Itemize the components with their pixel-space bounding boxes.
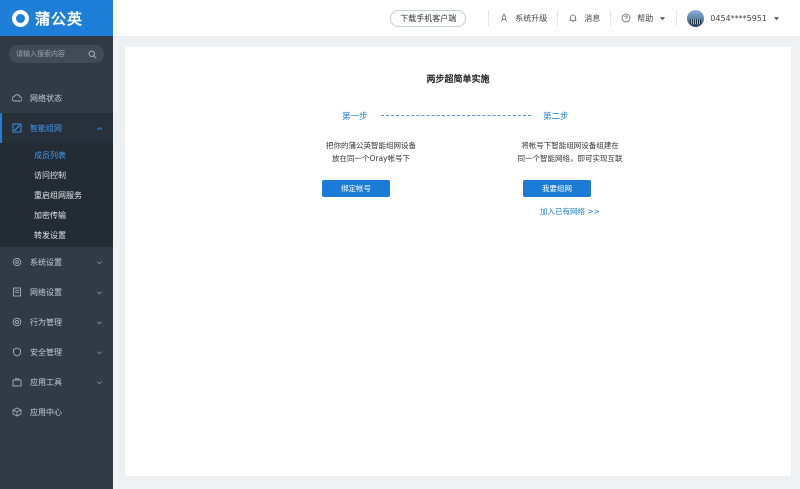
submenu-smart-networking: 成员列表 访问控制 重启组网服务 加密传输 转发设置: [0, 143, 113, 247]
search-icon[interactable]: [88, 50, 97, 59]
submenu-item-access-control[interactable]: 访问控制: [0, 165, 113, 185]
sidebar-item-behavior-management[interactable]: 行为管理: [0, 307, 113, 337]
step-one-label: 第一步: [342, 112, 368, 122]
step-one-desc-line2: 放在同一个Oray帐号下: [331, 153, 411, 163]
sidebar-nav: 网络状态 智能组网 成员列表 访问控制 重启组网服务 加密传输 转发设置 系统设…: [0, 83, 113, 427]
step-two-desc-line1: 将帐号下智能组网设备组建在: [521, 141, 619, 150]
system-upgrade-button[interactable]: 系统升级: [499, 13, 547, 24]
topbar-divider: [610, 10, 612, 26]
shield-icon: [12, 347, 22, 357]
avatar: [687, 9, 705, 27]
sidebar-item-smart-networking[interactable]: 智能组网: [0, 113, 113, 143]
submenu-item-encrypted-transfer[interactable]: 加密传输: [0, 205, 113, 225]
sidebar-item-security-management[interactable]: 安全管理: [0, 337, 113, 367]
topbar-divider: [557, 10, 559, 26]
chevron-down-icon: [97, 290, 102, 294]
caret-down-icon: [660, 16, 666, 20]
upgrade-icon: [501, 13, 508, 22]
logo-mark-icon: [12, 9, 29, 27]
sidebar: 蒲公英 网络状态 智能组网 成员列表 访问控制 重启组网服务 加密传输: [0, 0, 113, 489]
system-upgrade-label: 系统升级: [515, 13, 548, 23]
cloud-icon: [12, 93, 22, 103]
sidebar-item-system-settings[interactable]: 系统设置: [0, 247, 113, 277]
help-menu[interactable]: 帮助: [621, 13, 666, 24]
messages-button[interactable]: 消息: [568, 13, 600, 24]
account-menu[interactable]: 0454****5951: [687, 9, 780, 27]
sidebar-item-app-center[interactable]: 应用中心: [0, 397, 113, 427]
main-card: 两步超简单实施 第一步 第二步 把你的蒲公英智能组网设备 放在同一个Oray帐号…: [125, 47, 791, 476]
help-icon: [621, 13, 631, 23]
target-icon: [12, 317, 22, 327]
gear-icon: [12, 257, 22, 267]
topbar: 下载手机客户端 系统升级 消息 帮助 0454****5951: [113, 0, 800, 36]
caret-down-icon: [773, 16, 780, 20]
step-one-description: 把你的蒲公英智能组网设备 放在同一个Oray帐号下: [271, 140, 471, 165]
messages-label: 消息: [584, 13, 601, 23]
submenu-item-restart-service[interactable]: 重启组网服务: [0, 185, 113, 205]
join-existing-network-link[interactable]: 加入已有网络 >>: [470, 206, 670, 217]
bell-icon: [569, 14, 577, 23]
download-mobile-client-button[interactable]: 下载手机客户端: [390, 9, 467, 27]
topbar-divider: [488, 10, 490, 26]
search-input[interactable]: [16, 50, 88, 58]
page-title: 两步超简单实施: [426, 75, 490, 85]
toolbox-icon: [12, 377, 22, 387]
step-connector-line: [381, 115, 531, 116]
chevron-down-icon: [97, 320, 102, 324]
chevron-down-icon: [97, 350, 102, 354]
help-label: 帮助: [637, 13, 654, 23]
logo[interactable]: 蒲公英: [0, 0, 113, 36]
bind-account-button[interactable]: 绑定帐号: [322, 180, 390, 197]
document-icon: [12, 287, 22, 297]
step-one-desc-line1: 把你的蒲公英智能组网设备: [326, 141, 416, 150]
network-icon: [12, 123, 22, 133]
sidebar-item-app-tools[interactable]: 应用工具: [0, 367, 113, 397]
sidebar-item-network-settings[interactable]: 网络设置: [0, 277, 113, 307]
step-two-desc-line2: 同一个智能网络，即可实现互联: [517, 153, 623, 163]
cube-icon: [12, 407, 22, 417]
topbar-divider: [676, 10, 678, 26]
create-network-button[interactable]: 我要组网: [523, 180, 591, 197]
chevron-down-icon: [97, 380, 102, 384]
account-label: 0454****5951: [710, 13, 767, 23]
submenu-item-member-list[interactable]: 成员列表: [0, 145, 113, 165]
logo-text: 蒲公英: [35, 9, 84, 28]
step-two-label: 第二步: [543, 112, 569, 122]
step-two-description: 将帐号下智能组网设备组建在 同一个智能网络，即可实现互联: [470, 140, 670, 165]
chevron-down-icon: [97, 260, 102, 264]
submenu-item-forwarding-settings[interactable]: 转发设置: [0, 225, 113, 245]
sidebar-item-network-status[interactable]: 网络状态: [0, 83, 113, 113]
search-box: [9, 45, 104, 63]
chevron-up-icon: [97, 126, 102, 130]
